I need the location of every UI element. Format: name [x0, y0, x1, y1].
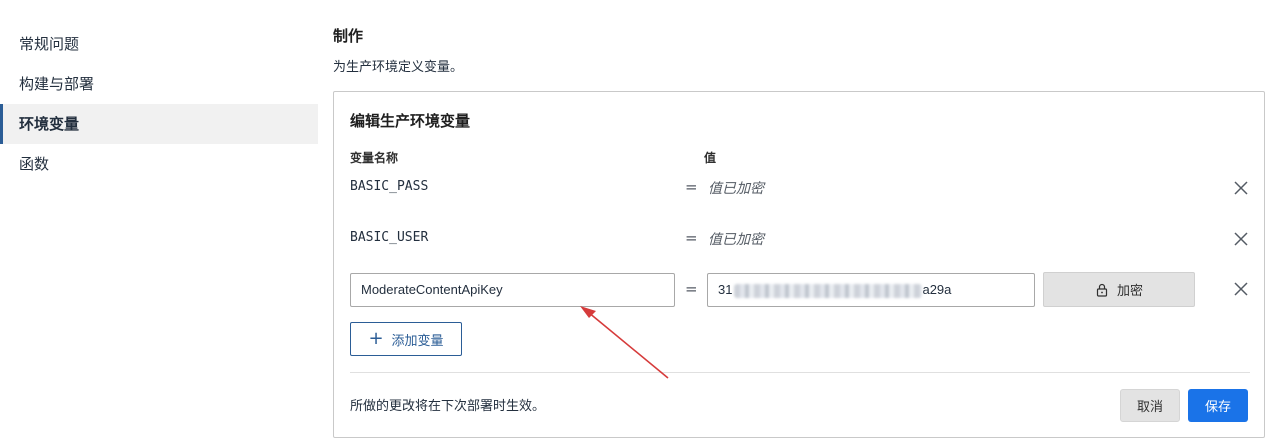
- value-prefix: 31: [718, 282, 733, 297]
- sidebar-item-functions[interactable]: 函数: [0, 144, 318, 184]
- lock-icon: [1096, 283, 1108, 297]
- sidebar-item-environment-variables[interactable]: 环境变量: [0, 104, 318, 144]
- equals-sign: =: [685, 280, 698, 298]
- encrypt-button[interactable]: 加密: [1043, 272, 1195, 307]
- close-icon: [1234, 232, 1248, 246]
- variable-key: BASIC_USER: [350, 230, 429, 245]
- env-variables-panel: 编辑生产环境变量 变量名称 值 BASIC_PASS = 值已加密 BASIC_…: [333, 91, 1265, 438]
- remove-variable-button[interactable]: [1229, 176, 1253, 200]
- sidebar-item-build-deploy[interactable]: 构建与部署: [0, 64, 318, 104]
- cancel-button[interactable]: 取消: [1120, 389, 1180, 422]
- encrypt-button-label: 加密: [1116, 284, 1143, 299]
- variable-name-input[interactable]: ModerateContentApiKey: [350, 273, 675, 307]
- encrypted-value: 值已加密: [708, 232, 764, 248]
- add-variable-label: 添加变量: [391, 333, 444, 349]
- remove-variable-button[interactable]: [1229, 227, 1253, 251]
- column-header-value: 值: [704, 151, 717, 165]
- close-icon: [1234, 181, 1248, 195]
- sidebar-item-general[interactable]: 常规问题: [0, 24, 318, 64]
- encrypted-value: 值已加密: [708, 181, 764, 197]
- variable-key: BASIC_PASS: [350, 179, 429, 194]
- remove-variable-button[interactable]: [1229, 277, 1253, 301]
- column-header-name: 变量名称: [350, 151, 399, 165]
- close-icon: [1234, 282, 1248, 296]
- sidebar-nav: 常规问题 构建与部署 环境变量 函数: [0, 24, 318, 184]
- divider: [350, 372, 1250, 373]
- save-button[interactable]: 保存: [1188, 389, 1248, 422]
- plus-icon: +: [368, 328, 384, 349]
- redacted-value: [734, 283, 923, 298]
- page-subtitle: 为生产环境定义变量。: [333, 60, 464, 75]
- value-suffix: a29a: [922, 282, 952, 297]
- add-variable-button[interactable]: + 添加变量: [350, 322, 462, 356]
- panel-title: 编辑生产环境变量: [350, 112, 471, 130]
- equals-sign: =: [685, 229, 698, 247]
- footer-note: 所做的更改将在下次部署时生效。: [350, 399, 546, 414]
- equals-sign: =: [685, 178, 698, 196]
- variable-value-input[interactable]: 31 a29a: [707, 273, 1035, 307]
- page-title: 制作: [333, 27, 364, 45]
